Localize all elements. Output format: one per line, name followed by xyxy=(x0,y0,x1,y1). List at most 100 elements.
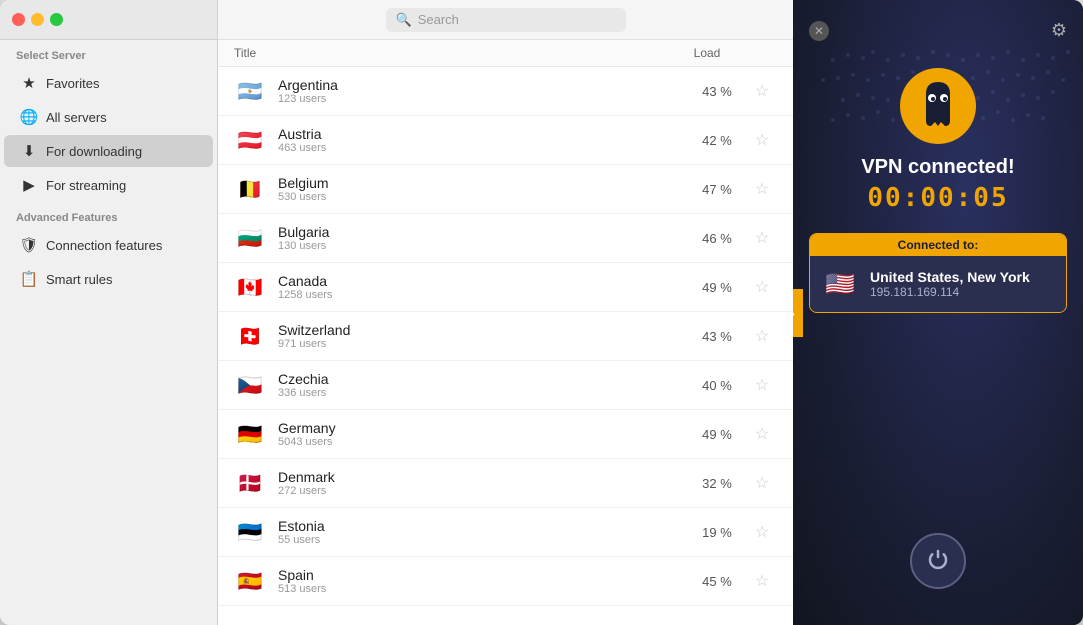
table-row[interactable]: 🇩🇪 Germany 5043 users 49 % ☆ xyxy=(218,410,793,459)
favorite-star-button[interactable]: ☆ xyxy=(747,81,777,101)
server-flag: 🇨🇦 xyxy=(234,271,266,303)
sidebar-item-for-downloading[interactable]: ⬇ For downloading xyxy=(4,135,213,167)
select-server-label: Select Server xyxy=(0,40,217,66)
server-country-name: Estonia xyxy=(278,518,687,534)
panel-close-button[interactable]: ✕ xyxy=(809,21,829,41)
connected-details: United States, New York 195.181.169.114 xyxy=(870,269,1030,299)
server-info: Argentina 123 users xyxy=(278,77,687,105)
favorite-star-button[interactable]: ☆ xyxy=(747,277,777,297)
server-load: 46 % xyxy=(687,231,747,246)
connected-country-flag: 🇺🇸 xyxy=(822,266,858,302)
server-info: Bulgaria 130 users xyxy=(278,224,687,252)
search-icon: 🔍 xyxy=(396,12,412,28)
sidebar-item-for-streaming-label: For streaming xyxy=(46,178,126,193)
table-row[interactable]: 🇨🇿 Czechia 336 users 40 % ☆ xyxy=(218,361,793,410)
server-country-name: Denmark xyxy=(278,469,687,485)
server-user-count: 530 users xyxy=(278,191,687,203)
table-row[interactable]: 🇦🇷 Argentina 123 users 43 % ☆ xyxy=(218,67,793,116)
server-country-name: Austria xyxy=(278,126,687,142)
server-info: Estonia 55 users xyxy=(278,518,687,546)
close-window-button[interactable] xyxy=(12,13,25,26)
server-country-name: Switzerland xyxy=(278,322,687,338)
sidebar-item-favorites[interactable]: ★ Favorites xyxy=(4,67,213,99)
table-row[interactable]: 🇩🇰 Denmark 272 users 32 % ☆ xyxy=(218,459,793,508)
main-titlebar: 🔍 xyxy=(218,0,793,40)
server-info: Spain 513 users xyxy=(278,567,687,595)
us-flag-emoji: 🇺🇸 xyxy=(825,270,855,299)
server-flag: 🇧🇪 xyxy=(234,173,266,205)
server-user-count: 272 users xyxy=(278,485,687,497)
server-country-name: Argentina xyxy=(278,77,687,93)
server-info: Switzerland 971 users xyxy=(278,322,687,350)
favorite-star-button[interactable]: ☆ xyxy=(747,179,777,199)
connected-info: 🇺🇸 United States, New York 195.181.169.1… xyxy=(810,256,1066,312)
server-list[interactable]: 🇦🇷 Argentina 123 users 43 % ☆ 🇦🇹 Austria… xyxy=(218,67,793,625)
server-user-count: 513 users xyxy=(278,583,687,595)
sidebar-item-smart-rules[interactable]: 📋 Smart rules xyxy=(4,263,213,295)
server-info: Denmark 272 users xyxy=(278,469,687,497)
server-load: 47 % xyxy=(687,182,747,197)
maximize-window-button[interactable] xyxy=(50,13,63,26)
table-row[interactable]: 🇧🇬 Bulgaria 130 users 46 % ☆ xyxy=(218,214,793,263)
server-load: 32 % xyxy=(687,476,747,491)
panel-content: ✕ ⚙ VPN connected! 00:00:05 xyxy=(793,0,1083,625)
table-row[interactable]: 🇦🇹 Austria 463 users 42 % ☆ xyxy=(218,116,793,165)
server-info: Canada 1258 users xyxy=(278,273,687,301)
table-row[interactable]: 🇧🇪 Belgium 530 users 47 % ☆ xyxy=(218,165,793,214)
advanced-features-label: Advanced Features xyxy=(0,202,217,228)
favorite-star-button[interactable]: ☆ xyxy=(747,571,777,591)
power-button[interactable] xyxy=(910,533,966,589)
favorite-star-button[interactable]: ☆ xyxy=(747,424,777,444)
col-load-header: Load xyxy=(667,46,747,60)
favorite-star-button[interactable]: ☆ xyxy=(747,473,777,493)
sidebar-item-all-servers-label: All servers xyxy=(46,110,107,125)
streaming-icon: ▶ xyxy=(20,176,38,194)
favorite-star-button[interactable]: ☆ xyxy=(747,130,777,150)
server-load: 40 % xyxy=(687,378,747,393)
table-row[interactable]: 🇨🇦 Canada 1258 users 49 % ☆ xyxy=(218,263,793,312)
settings-gear-icon[interactable]: ⚙ xyxy=(1051,20,1067,41)
server-info: Germany 5043 users xyxy=(278,420,687,448)
table-header: Title Load xyxy=(218,40,793,67)
favorite-star-button[interactable]: ☆ xyxy=(747,228,777,248)
minimize-window-button[interactable] xyxy=(31,13,44,26)
favorite-star-button[interactable]: ☆ xyxy=(747,326,777,346)
favorites-icon: ★ xyxy=(20,74,38,92)
sidebar-item-all-servers[interactable]: 🌐 All servers xyxy=(4,101,213,133)
server-user-count: 55 users xyxy=(278,534,687,546)
search-box[interactable]: 🔍 xyxy=(386,8,626,32)
favorite-star-button[interactable]: ☆ xyxy=(747,522,777,542)
right-panel: » ✕ ⚙ VPN connected! xyxy=(793,0,1083,625)
table-row[interactable]: 🇪🇪 Estonia 55 users 19 % ☆ xyxy=(218,508,793,557)
server-info: Belgium 530 users xyxy=(278,175,687,203)
connected-country-name: United States, New York xyxy=(870,269,1030,285)
server-country-name: Germany xyxy=(278,420,687,436)
server-load: 42 % xyxy=(687,133,747,148)
main-content: 🔍 Title Load 🇦🇷 Argentina 123 users 43 %… xyxy=(218,0,793,625)
table-row[interactable]: 🇨🇭 Switzerland 971 users 43 % ☆ xyxy=(218,312,793,361)
connected-box: Connected to: 🇺🇸 United States, New York… xyxy=(809,233,1067,313)
sidebar-item-connection-features-label: Connection features xyxy=(46,238,162,253)
server-user-count: 123 users xyxy=(278,93,687,105)
traffic-lights xyxy=(12,13,63,26)
server-info: Austria 463 users xyxy=(278,126,687,154)
download-icon: ⬇ xyxy=(20,142,38,160)
server-flag: 🇦🇹 xyxy=(234,124,266,156)
sidebar-item-smart-rules-label: Smart rules xyxy=(46,272,112,287)
server-load: 19 % xyxy=(687,525,747,540)
server-load: 43 % xyxy=(687,84,747,99)
server-flag: 🇩🇪 xyxy=(234,418,266,450)
favorite-star-button[interactable]: ☆ xyxy=(747,375,777,395)
server-flag: 🇩🇰 xyxy=(234,467,266,499)
collapse-arrow-icon: » xyxy=(793,305,795,321)
server-load: 49 % xyxy=(687,280,747,295)
sidebar-item-for-streaming[interactable]: ▶ For streaming xyxy=(4,169,213,201)
server-country-name: Spain xyxy=(278,567,687,583)
server-country-name: Canada xyxy=(278,273,687,289)
server-user-count: 5043 users xyxy=(278,436,687,448)
sidebar-item-connection-features[interactable]: 🛡 Connection features xyxy=(4,229,213,261)
table-row[interactable]: 🇪🇸 Spain 513 users 45 % ☆ xyxy=(218,557,793,606)
collapse-panel-button[interactable]: » xyxy=(793,289,803,337)
server-user-count: 1258 users xyxy=(278,289,687,301)
search-input[interactable] xyxy=(418,12,616,27)
